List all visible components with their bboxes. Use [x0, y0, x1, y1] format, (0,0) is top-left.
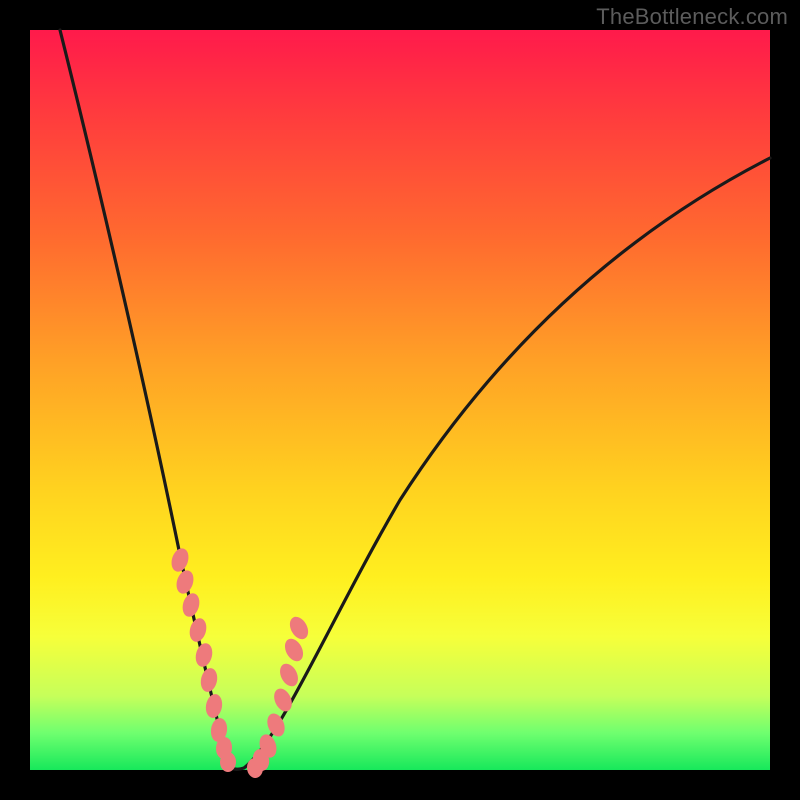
- watermark-text: TheBottleneck.com: [596, 4, 788, 30]
- marker-dot: [204, 693, 224, 719]
- marker-dot: [281, 636, 306, 665]
- marker-dot: [169, 546, 192, 574]
- curve-layer: [30, 30, 770, 770]
- marker-dot: [276, 661, 301, 690]
- marker-group: [169, 546, 312, 779]
- marker-dot: [193, 641, 214, 668]
- marker-dot: [286, 614, 312, 643]
- plot-area: [30, 30, 770, 770]
- chart-frame: TheBottleneck.com: [0, 0, 800, 800]
- marker-dot: [199, 667, 220, 694]
- marker-dot: [187, 616, 209, 643]
- bottleneck-curve: [60, 30, 770, 769]
- marker-dot: [174, 568, 197, 596]
- marker-dot: [180, 591, 202, 618]
